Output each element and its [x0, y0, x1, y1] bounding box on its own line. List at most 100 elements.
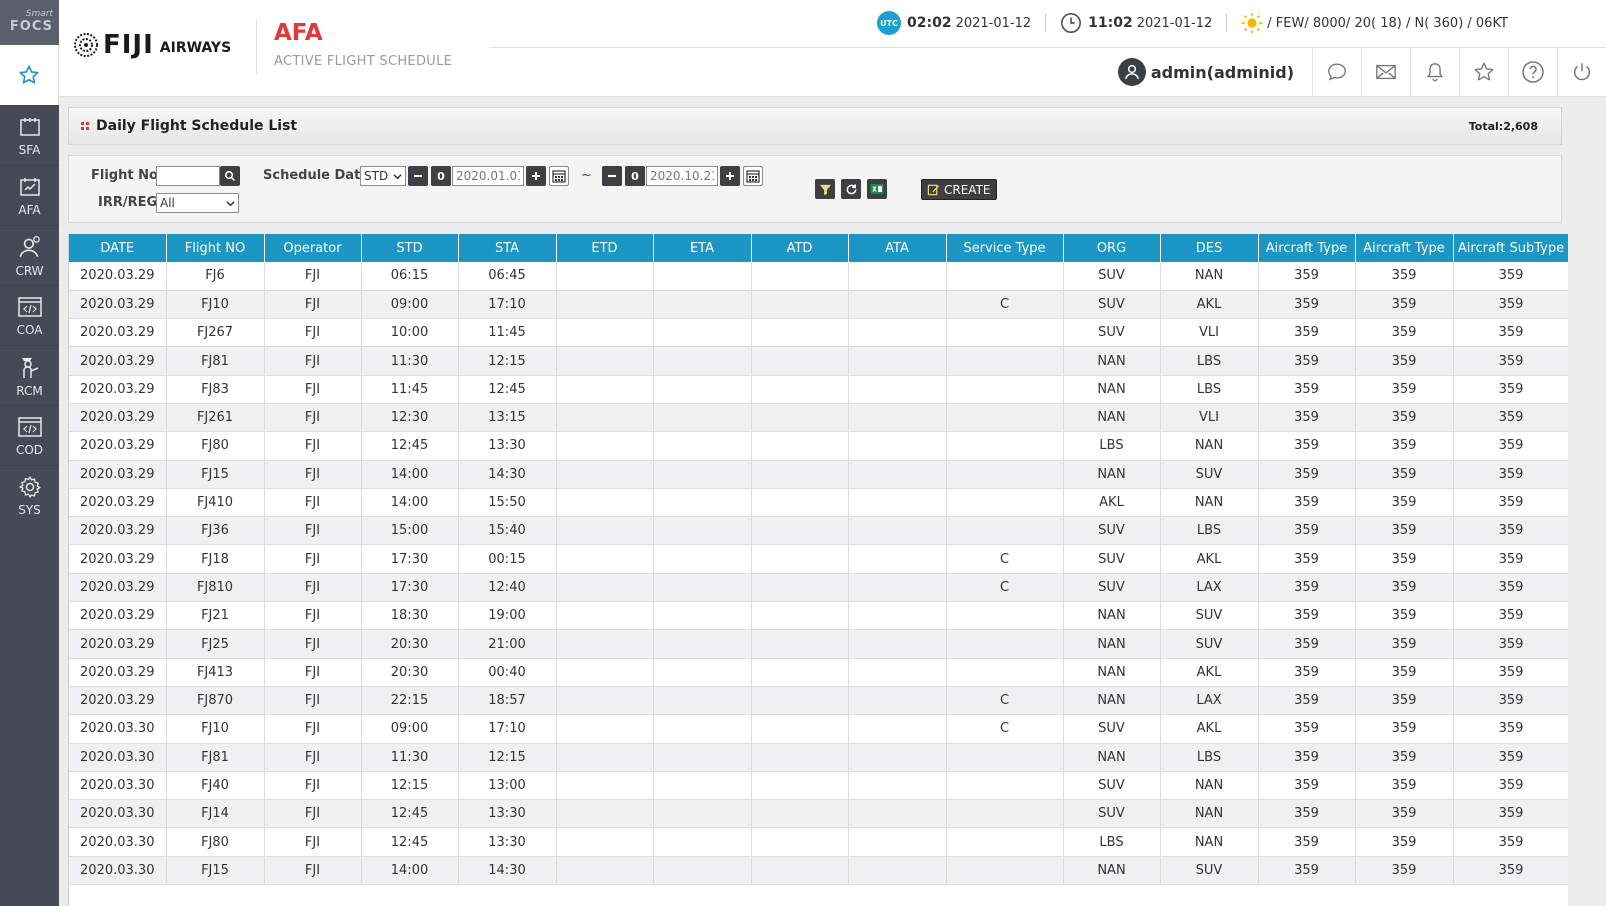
table-row[interactable]: 2020.03.30 FJ80 FJI 12:45 13:30 LBS NAN 359 359 3…: [69, 827, 1568, 857]
flight-search-button[interactable]: [220, 166, 240, 186]
table-row[interactable]: 2020.03.29 FJ81 FJI 11:30 12:15 NAN LBS 359 359 3…: [69, 346, 1568, 376]
table-cell: 13:30: [458, 431, 557, 461]
column-header[interactable]: STA: [458, 234, 557, 262]
to-date-plus-button[interactable]: [720, 166, 740, 186]
table-cell: 359: [1258, 488, 1356, 518]
table-row[interactable]: 2020.03.30 FJ81 FJI 11:30 12:15 NAN LBS 359 359 3…: [69, 743, 1568, 772]
column-header[interactable]: Operator: [264, 234, 362, 262]
table-cell: NAN: [1160, 771, 1259, 801]
minus-icon: [608, 175, 616, 177]
column-header[interactable]: DATE: [69, 234, 167, 262]
sidebar-item-label: SFA: [18, 142, 41, 157]
table-cell: 22:15: [361, 686, 459, 716]
table-cell: 359: [1453, 799, 1568, 829]
table-row[interactable]: 2020.03.29 FJ410 FJI 14:00 15:50 AKL NAN 359 359…: [69, 488, 1568, 518]
table-cell: 359: [1355, 403, 1454, 433]
table-cell: 20:30: [361, 629, 459, 659]
table-cell: FJI: [264, 516, 362, 546]
sidebar-item-rcm[interactable]: RCM: [0, 345, 59, 405]
table-row[interactable]: 2020.03.29 FJ10 FJI 09:00 17:10 C SUV AKL 359 359…: [69, 290, 1568, 320]
column-header[interactable]: Service Type: [946, 234, 1064, 262]
column-header[interactable]: ETA: [653, 234, 752, 262]
table-row[interactable]: 2020.03.29 FJ18 FJI 17:30 00:15 C SUV AKL 359 359…: [69, 544, 1568, 574]
to-date-input[interactable]: [646, 166, 718, 186]
from-date-offset[interactable]: 0: [431, 166, 451, 186]
table-cell: 21:00: [458, 629, 557, 659]
table-row[interactable]: 2020.03.29 FJ83 FJI 11:45 12:45 NAN LBS 359 359 3…: [69, 375, 1568, 404]
sidebar-item-coa[interactable]: COA: [0, 285, 59, 345]
chat-button[interactable]: [1312, 48, 1361, 96]
sidebar-item-afa[interactable]: AFA: [0, 165, 59, 225]
mail-button[interactable]: [1361, 48, 1410, 96]
from-date-input[interactable]: [452, 166, 524, 186]
column-header[interactable]: Aircraft Type: [1258, 234, 1356, 262]
flight-no-input[interactable]: [156, 166, 220, 186]
to-date-offset[interactable]: 0: [625, 166, 645, 186]
table-row[interactable]: 2020.03.29 FJ15 FJI 14:00 14:30 NAN SUV 359 359 3…: [69, 460, 1568, 489]
logout-button[interactable]: [1557, 48, 1606, 96]
user-menu[interactable]: admin(adminid): [1117, 58, 1312, 86]
column-header[interactable]: Flight NO: [166, 234, 265, 262]
column-header[interactable]: DES: [1160, 234, 1259, 262]
help-button[interactable]: [1508, 48, 1557, 96]
table-cell: 11:30: [361, 743, 459, 772]
table-cell: 11:30: [361, 346, 459, 376]
refresh-button[interactable]: [841, 179, 861, 199]
from-date-minus-button[interactable]: [408, 166, 428, 186]
sidebar-item-sys[interactable]: SYS: [0, 465, 59, 525]
table-cell: 359: [1355, 375, 1454, 404]
column-header[interactable]: Aircraft SubType: [1453, 234, 1568, 262]
create-button[interactable]: CREATE: [921, 179, 997, 200]
table-cell: 359: [1258, 516, 1356, 546]
table-cell: 359: [1258, 544, 1356, 574]
table-row[interactable]: 2020.03.29 FJ261 FJI 12:30 13:15 NAN VLI 359 359…: [69, 403, 1568, 433]
column-header[interactable]: ATD: [751, 234, 849, 262]
table-row[interactable]: 2020.03.30 FJ14 FJI 12:45 13:30 SUV NAN 359 359 3…: [69, 799, 1568, 829]
to-date-calendar-button[interactable]: [743, 166, 763, 186]
column-header[interactable]: ORG: [1063, 234, 1161, 262]
sidebar-item-crw[interactable]: CRW: [0, 225, 59, 285]
table-cell: FJI: [264, 262, 362, 291]
table-cell: 13:15: [458, 403, 557, 433]
table-row[interactable]: 2020.03.29 FJ6 FJI 06:15 06:45 SUV NAN 359 359 35…: [69, 262, 1568, 291]
table-row[interactable]: 2020.03.29 FJ80 FJI 12:45 13:30 LBS NAN 359 359 3…: [69, 431, 1568, 461]
notifications-button[interactable]: [1410, 48, 1459, 96]
table-row[interactable]: 2020.03.29 FJ413 FJI 20:30 00:40 NAN AKL 359 359…: [69, 658, 1568, 687]
table-cell: FJ6: [166, 262, 265, 291]
table-row[interactable]: 2020.03.30 FJ15 FJI 14:00 14:30 NAN SUV 359 359 3…: [69, 856, 1568, 886]
table-cell: SUV: [1063, 516, 1161, 546]
from-date-plus-button[interactable]: [526, 166, 546, 186]
column-header[interactable]: ETD: [556, 234, 654, 262]
excel-export-button[interactable]: [867, 179, 887, 199]
schedule-type-select[interactable]: STD: [360, 166, 406, 186]
column-header[interactable]: ATA: [848, 234, 947, 262]
column-header[interactable]: Aircraft Type: [1355, 234, 1454, 262]
table-cell: [556, 771, 654, 801]
to-date-minus-button[interactable]: [602, 166, 622, 186]
table-row[interactable]: 2020.03.29 FJ870 FJI 22:15 18:57 C NAN LAX 359 35…: [69, 686, 1568, 716]
sidebar-item-cod[interactable]: COD: [0, 405, 59, 465]
table-cell: [653, 771, 752, 801]
irr-reg-select[interactable]: All: [156, 193, 239, 213]
table-row[interactable]: 2020.03.29 FJ810 FJI 17:30 12:40 C SUV LAX 359 35…: [69, 573, 1568, 603]
table-row[interactable]: 2020.03.30 FJ10 FJI 09:00 17:10 C SUV AKL 359 359…: [69, 714, 1568, 744]
bookmark-button[interactable]: [1459, 48, 1508, 96]
filter-button[interactable]: [815, 179, 835, 199]
table-row[interactable]: 2020.03.29 FJ25 FJI 20:30 21:00 NAN SUV 359 359 3…: [69, 629, 1568, 659]
table-cell: [848, 714, 947, 744]
table-cell: 20:30: [361, 658, 459, 687]
table-cell: 359: [1258, 290, 1356, 320]
table-row[interactable]: 2020.03.29 FJ267 FJI 10:00 11:45 SUV VLI 359 359…: [69, 318, 1568, 348]
plus-icon: [532, 172, 540, 180]
table-row[interactable]: 2020.03.29 FJ36 FJI 15:00 15:40 SUV LBS 359 359 3…: [69, 516, 1568, 546]
sidebar-item-sfa[interactable]: SFA: [0, 105, 59, 165]
column-header[interactable]: STD: [361, 234, 459, 262]
from-date-calendar-button[interactable]: [549, 166, 569, 186]
table-row[interactable]: 2020.03.30 FJ40 FJI 12:15 13:00 SUV NAN 359 359 3…: [69, 771, 1568, 801]
table-cell: [946, 516, 1064, 546]
table-cell: [946, 318, 1064, 348]
favorites-button[interactable]: [0, 45, 59, 105]
sidebar-item-label: CRW: [15, 263, 44, 278]
table-cell: AKL: [1160, 544, 1259, 574]
table-row[interactable]: 2020.03.29 FJ21 FJI 18:30 19:00 NAN SUV 359 359 3…: [69, 601, 1568, 631]
